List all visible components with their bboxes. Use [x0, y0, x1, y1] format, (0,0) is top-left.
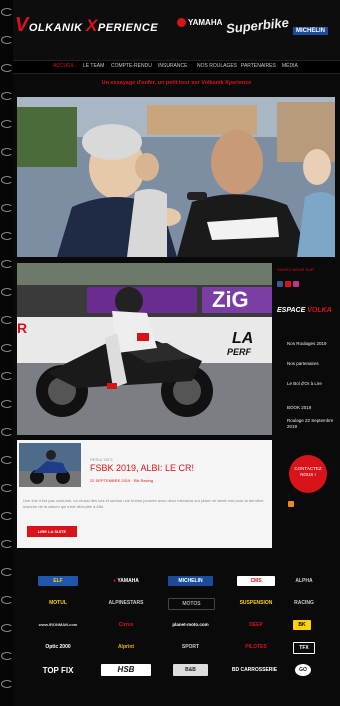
sponsor-top-fix[interactable]: TOP FIX	[33, 664, 83, 678]
sponsor-racing[interactable]: RACING	[289, 598, 319, 608]
sidebar-item-nos-roulages[interactable]: Nos Roulages 2019	[287, 341, 335, 347]
svg-text:R: R	[17, 320, 27, 336]
site-header: VOLKANIK XPERIENCE YAMAHA Superbike MICH…	[13, 0, 340, 60]
hero-photo-interview[interactable]	[17, 97, 335, 257]
michelin-logo[interactable]: MICHELIN	[293, 27, 328, 35]
sponsor-hsb[interactable]: HSB	[101, 664, 151, 676]
article-title[interactable]: FSBK 2019, ALBI: LE CR!	[90, 463, 194, 473]
article-excerpt: Une fois n'est pas coutume, on réussi de…	[23, 498, 264, 509]
svg-text:PERF: PERF	[227, 347, 252, 357]
sponsor-deep[interactable]: DEEP	[237, 620, 275, 630]
sponsor-bk[interactable]: BK	[293, 620, 311, 630]
spiral-binding	[0, 0, 13, 706]
main-nav: ACCUEIL LE TEAM COMPTE-RENDU INSURANCE N…	[13, 60, 340, 74]
sponsor-ironman[interactable]: www.IRONMAN.com	[33, 620, 83, 630]
nav-partenaires[interactable]: PARTENAIRES	[241, 63, 276, 69]
sidebar-item-roulage-septembre[interactable]: Roulage 22 Septembre 2019	[287, 418, 335, 430]
yamaha-emblem-icon	[177, 18, 186, 28]
sponsor-optic-2000[interactable]: Optic 2000	[33, 642, 83, 652]
sponsor-yamaha-emblem-icon: ●	[113, 578, 117, 584]
sponsor-tfx[interactable]: TFX	[293, 642, 315, 654]
contact-button[interactable]: CONTACTEZ NOUS !	[289, 455, 327, 493]
thumbnail-illustration	[19, 443, 81, 487]
announcement-bar: Un essayage d'enfer, un petit tour sur V…	[13, 73, 340, 93]
sponsor-michelin[interactable]: MICHELIN	[168, 576, 213, 586]
logo-letter-x: X	[86, 16, 98, 35]
read-more-button[interactable]: LIRE LA SUITE	[27, 526, 77, 537]
sponsor-alpinestars[interactable]: ALPINESTARS	[101, 598, 151, 608]
sponsor-pilotes[interactable]: PILOTES	[237, 642, 275, 652]
logo-letter-v: V	[15, 14, 29, 36]
sponsor-yamaha[interactable]: ● YAMAHA	[101, 576, 151, 586]
bike-photo-illustration: ZiG LA PERF R	[17, 263, 272, 435]
espace-title-red: VOLKA	[307, 307, 332, 314]
svg-text:ZiG: ZiG	[212, 287, 249, 312]
nav-le-team[interactable]: LE TEAM	[83, 63, 104, 69]
article-card: RESULTATS FSBK 2019, ALBI: LE CR! 22 SEP…	[17, 440, 272, 548]
youtube-icon[interactable]	[285, 281, 291, 287]
sponsor-motos[interactable]: MOTOS	[168, 598, 215, 610]
sponsor-bd-carrosserie[interactable]: BD CARROSSERIE	[227, 664, 282, 676]
sponsor-suspension[interactable]: SUSPENSION	[237, 598, 275, 608]
superbike-logo[interactable]: Superbike	[225, 15, 289, 36]
svg-text:LA: LA	[232, 330, 253, 347]
article-category[interactable]: RESULTATS	[90, 457, 113, 462]
sponsor-bb[interactable]: B&B	[173, 664, 208, 676]
site-logo[interactable]: VOLKANIK XPERIENCE	[15, 14, 158, 37]
sponsor-yamaha-label: YAMAHA	[117, 578, 139, 584]
sponsors-grid: ELF ● YAMAHA MICHELIN CMS ALPHA MOTUL AL…	[13, 562, 340, 706]
facebook-icon[interactable]	[277, 281, 283, 287]
sidebar: SUIVEZ-NOUS SUR ESPACE VOLKA Nos Roulage…	[275, 263, 337, 553]
website-page: VOLKANIK XPERIENCE YAMAHA Superbike MICH…	[13, 0, 340, 706]
nav-insurance[interactable]: INSURANCE	[158, 63, 187, 69]
sponsor-alprint[interactable]: Alprint	[101, 642, 151, 652]
nav-nos-roulages[interactable]: NOS ROULAGES	[197, 63, 237, 69]
logo-text-olkanik: OLKANIK	[28, 22, 87, 34]
rss-icon[interactable]	[288, 501, 294, 507]
article-meta: 22 SEPTEMBRE 2019 · Elk Racing	[90, 478, 153, 483]
article-thumbnail[interactable]	[19, 443, 81, 487]
sponsor-elf[interactable]: ELF	[38, 576, 78, 586]
instagram-icon[interactable]	[293, 281, 299, 287]
sponsor-planet-moto[interactable]: planet-moto.com	[168, 620, 213, 630]
featured-photo-bike[interactable]: ZiG LA PERF R	[17, 263, 272, 435]
espace-title: ESPACE VOLKA	[277, 307, 332, 314]
sponsor-motul[interactable]: MOTUL	[38, 598, 78, 608]
sponsor-sport[interactable]: SPORT	[168, 642, 213, 652]
yamaha-logo[interactable]: YAMAHA	[177, 18, 223, 28]
yamaha-label: YAMAHA	[188, 18, 223, 27]
announcement-text[interactable]: Un essayage d'enfer, un petit tour sur V…	[13, 80, 340, 86]
sponsor-alpha[interactable]: ALPHA	[289, 576, 319, 586]
nav-media[interactable]: MÉDIA	[282, 63, 298, 69]
hero-photo-illustration	[17, 97, 335, 257]
nav-compte-rendu[interactable]: COMPTE-RENDU	[111, 63, 152, 69]
sidebar-item-book[interactable]: BOOK 2019	[287, 405, 335, 411]
sponsor-go[interactable]: GO	[295, 664, 311, 676]
nav-accueil[interactable]: ACCUEIL	[53, 63, 75, 69]
espace-title-white: ESPACE	[277, 307, 308, 314]
sponsor-cirrus[interactable]: Cirrus	[101, 620, 151, 630]
logo-text-perience: PERIENCE	[97, 22, 159, 34]
follow-label: SUIVEZ-NOUS SUR	[277, 267, 314, 272]
sponsor-cms[interactable]: CMS	[237, 576, 275, 586]
sidebar-item-bol-dor[interactable]: Le Bol d'Or à Lire	[287, 381, 335, 387]
sidebar-item-partenaires[interactable]: Nos partenaires	[287, 361, 335, 367]
